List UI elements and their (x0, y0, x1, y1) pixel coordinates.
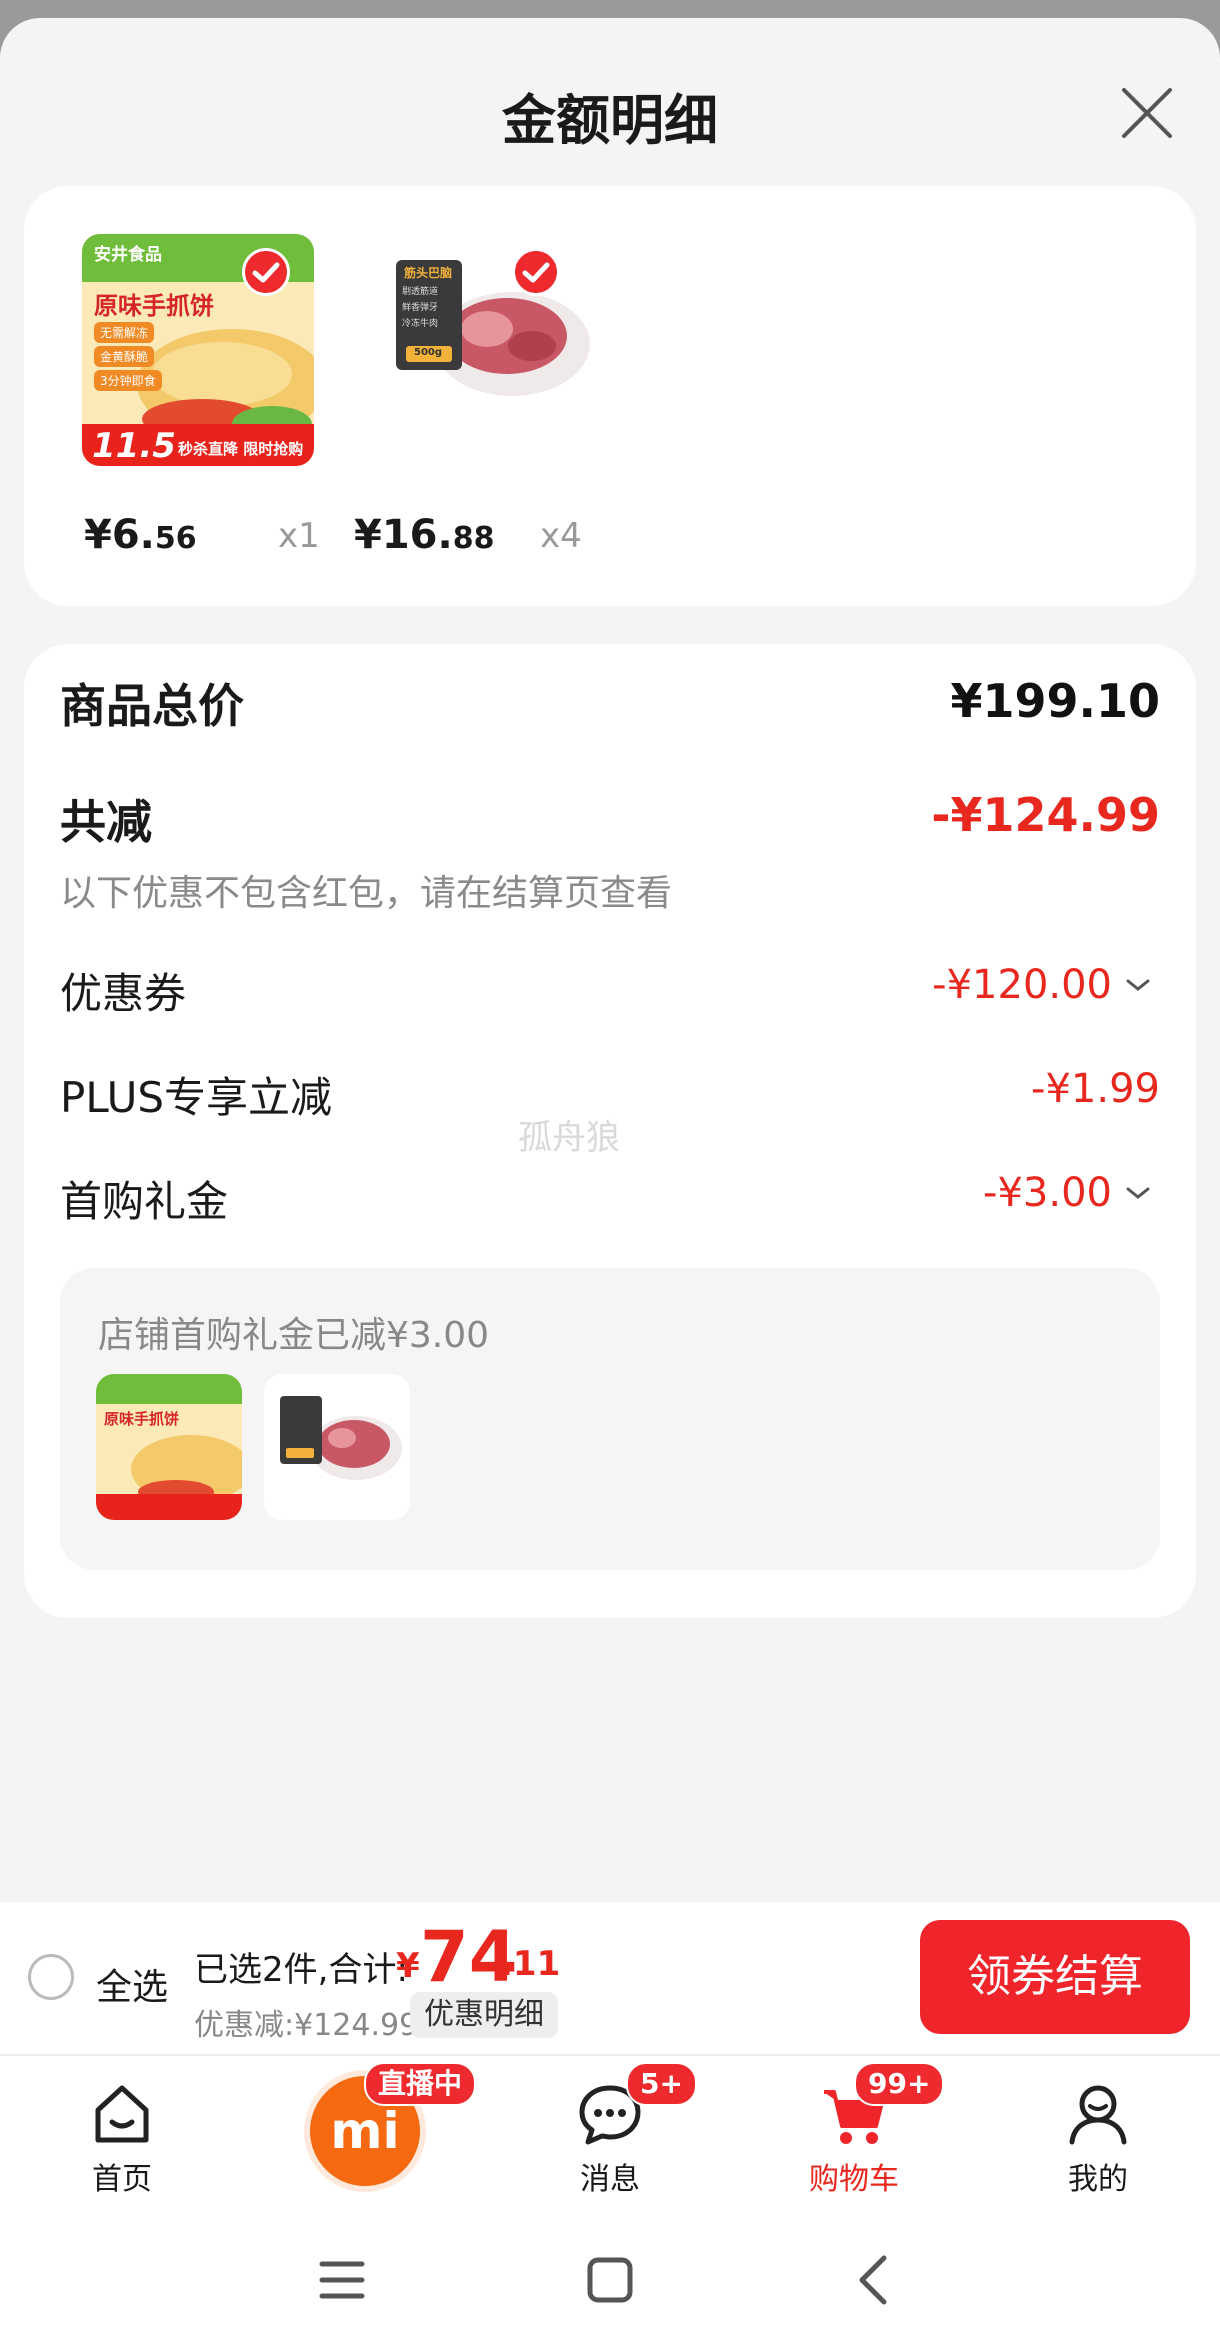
promo-price: 11.5 (92, 426, 176, 466)
gift-label: 首购礼金 (60, 1177, 229, 1226)
select-all-radio[interactable] (28, 1954, 74, 2000)
page-title: 金额明细 (502, 89, 718, 152)
plus-value: -¥1.99 (1031, 1066, 1160, 1112)
discount-amount: 优惠减:¥124.99 (194, 2008, 419, 2043)
coupon-value[interactable]: -¥120.00 (932, 962, 1112, 1008)
product-tag: 剔透筋道 (402, 287, 439, 297)
selected-summary: 已选2件,合计: (194, 1950, 408, 1990)
product-price: ¥6.56 (84, 512, 197, 558)
gift-detail-box: 店铺首购礼金已减¥3.00 原味手抓饼 (60, 1268, 1160, 1570)
checkout-bar: 全选 已选2件,合计: ¥ 74 .11 优惠减:¥124.99 优惠明细 领券… (0, 1902, 1220, 2054)
product-tag: 3分钟即食 (94, 370, 162, 391)
checkout-button[interactable]: 领券结算 (920, 1920, 1190, 2034)
coupon-label: 优惠券 (60, 969, 187, 1018)
cart-badge: 99+ (854, 2062, 945, 2106)
tab-label: 消息 (580, 2162, 640, 2197)
back-icon[interactable] (846, 2250, 906, 2310)
product-price: ¥16.88 (354, 512, 495, 558)
products-card: 安井食品 原味手抓饼 无需解冻 金黄酥脆 3分钟即食 11.5 秒杀直降 限时抢… (24, 186, 1196, 606)
message-badge: 5+ (626, 2062, 697, 2106)
product-tag: 无需解冻 (94, 322, 155, 343)
tab-label: 我的 (1068, 2162, 1128, 2197)
product-tag: 鲜香弹牙 (402, 303, 439, 313)
total-currency: ¥ (396, 1946, 420, 1986)
selected-check-icon[interactable] (242, 248, 290, 296)
tab-profile[interactable]: 我的 (1018, 2056, 1178, 2206)
gift-value[interactable]: -¥3.00 (983, 1170, 1112, 1216)
discount-note: 以下优惠不包含红包，请在结算页查看 (60, 873, 673, 914)
menu-icon[interactable] (312, 2250, 372, 2310)
tab-messages[interactable]: 5+ 消息 (530, 2056, 697, 2206)
system-nav-bar (0, 2204, 1220, 2346)
amount-detail-sheet: 金额明细 安井食品 原味手抓饼 无需解冻 金黄酥脆 3分钟即食 11.5 秒杀直… (0, 18, 1220, 2346)
bottom-tab-bar: 首页 mi 直播中 5+ 消息 99+ 购物车 我的 (0, 2054, 1220, 2206)
product-qty: x1 (278, 516, 320, 556)
live-badge: 直播中 (364, 2062, 477, 2106)
product-tag: 金黄酥脆 (94, 346, 155, 367)
gift-product-name: 原味手抓饼 (104, 1410, 180, 1428)
product-brand: 安井食品 (94, 245, 162, 265)
reduce-value: -¥124.99 (931, 788, 1160, 842)
gift-product-image-pancake: 原味手抓饼 (96, 1374, 242, 1520)
tab-cart[interactable]: 99+ 购物车 (774, 2056, 945, 2206)
profile-icon (1069, 2085, 1127, 2145)
chevron-down-icon[interactable] (1124, 1184, 1152, 1204)
reduce-label: 共减 (60, 795, 152, 849)
tab-label: 购物车 (809, 2162, 899, 2197)
product-weight: 500g (414, 347, 443, 358)
tab-live[interactable]: mi 直播中 (0, 2056, 480, 2206)
select-all-label[interactable]: 全选 (96, 1958, 168, 2010)
selected-check-icon[interactable] (512, 248, 560, 296)
chevron-down-icon[interactable] (1124, 976, 1152, 996)
gift-note: 店铺首购礼金已减¥3.00 (98, 1315, 490, 1356)
total-amount-dec: .11 (500, 1944, 561, 1984)
product-tag: 冷冻牛肉 (402, 319, 439, 329)
total-label: 商品总价 (60, 679, 244, 733)
plus-label: PLUS专享立减 (60, 1073, 333, 1122)
close-icon[interactable] (1112, 78, 1182, 148)
watermark: 孤舟狼 (518, 1118, 620, 1158)
home-square-icon[interactable] (580, 2250, 640, 2310)
product-name: 原味手抓饼 (94, 292, 214, 320)
discount-detail-button[interactable]: 优惠明细 (410, 1992, 558, 2038)
product-qty: x4 (540, 516, 582, 556)
promo-text: 秒杀直降 限时抢购 (178, 440, 304, 458)
total-value: ¥199.10 (950, 674, 1160, 728)
product-brand: 筋头巴脑 (404, 266, 453, 280)
gift-product-image-beef (264, 1374, 410, 1520)
